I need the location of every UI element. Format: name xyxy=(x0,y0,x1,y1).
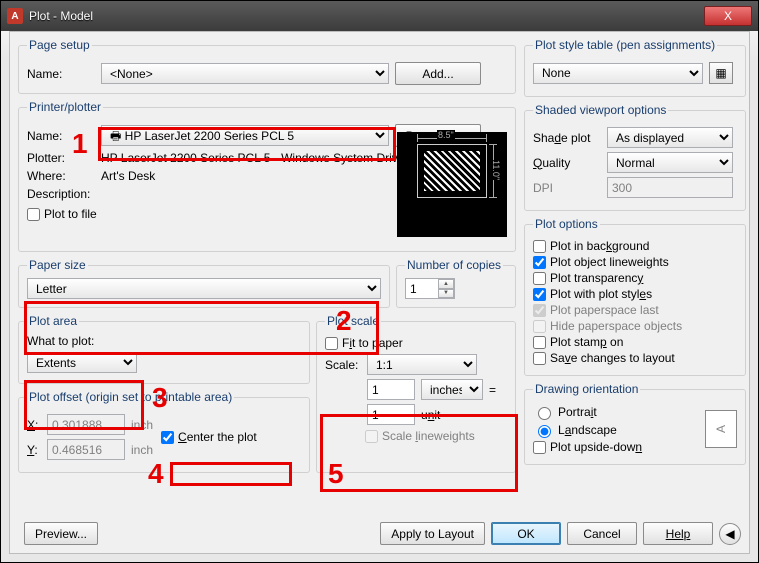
printer-group: Printer/plotter Name: 🖶 HP LaserJet 2200… xyxy=(18,100,516,252)
offset-x-input xyxy=(47,414,125,435)
offset-x-unit: inch xyxy=(131,418,153,432)
offset-y-label: Y: xyxy=(27,443,41,457)
plot-lineweights-label: Plot object lineweights xyxy=(550,255,669,269)
upside-down-checkbox[interactable] xyxy=(533,441,546,454)
plot-stamp-label: Plot stamp on xyxy=(550,335,623,349)
paper-preview: 8.5" 11.0" xyxy=(397,132,507,237)
quality-label: Quality xyxy=(533,156,601,170)
chevron-left-icon: ◀ xyxy=(725,527,734,541)
app-icon: A xyxy=(7,8,23,24)
plot-offset-group: Plot offset (origin set to printable are… xyxy=(18,390,310,473)
plot-style-select[interactable]: None xyxy=(533,63,703,84)
plot-paperspace-checkbox xyxy=(533,304,546,317)
pen-table-icon-button[interactable]: ▦ xyxy=(709,62,733,84)
description-label: Description: xyxy=(27,187,95,201)
plot-area-legend: Plot area xyxy=(27,314,79,328)
plot-lineweights-checkbox[interactable] xyxy=(533,256,546,269)
where-label: Where: xyxy=(27,169,95,183)
center-plot-checkbox[interactable] xyxy=(161,431,174,444)
plot-to-file-label: Plot to file xyxy=(44,207,97,221)
hide-paperspace-label: Hide paperspace objects xyxy=(550,319,682,333)
plot-scale-group: Plot scale Fit to paper Scale: 1:1 inche… xyxy=(316,314,516,473)
plot-style-group: Plot style table (pen assignments) None … xyxy=(524,38,746,97)
scale-lineweights-checkbox xyxy=(365,430,378,443)
plot-transparency-label: Plot transparency xyxy=(550,271,643,285)
fit-to-paper-label: Fit to paper xyxy=(342,336,403,350)
where-value: Art's Desk xyxy=(101,169,155,183)
plot-area-group: Plot area What to plot: Extents xyxy=(18,314,310,384)
dpi-label: DPI xyxy=(533,181,601,195)
center-plot-label: Center the plot xyxy=(178,430,257,444)
orientation-group: Drawing orientation Portrait Landscape P… xyxy=(524,382,746,465)
scale-lineweights-label: Scale lineweights xyxy=(382,429,475,443)
dpi-input xyxy=(607,177,733,198)
plot-styles-label: Plot with plot styles xyxy=(550,287,652,301)
paper-size-legend: Paper size xyxy=(27,258,88,272)
page-setup-add-button[interactable]: Add... xyxy=(395,62,481,85)
portrait-label: Portrait xyxy=(558,405,597,419)
orientation-legend: Drawing orientation xyxy=(533,382,640,396)
what-to-plot-select[interactable]: Extents xyxy=(27,352,137,373)
copies-spinner[interactable]: ▲▼ xyxy=(438,279,454,298)
printer-legend: Printer/plotter xyxy=(27,100,103,114)
shaded-viewport-group: Shaded viewport options Shade plot As dis… xyxy=(524,103,746,211)
shade-plot-select[interactable]: As displayed xyxy=(607,127,733,148)
save-changes-checkbox[interactable] xyxy=(533,352,546,365)
preview-button[interactable]: Preview... xyxy=(24,522,98,545)
window-title: Plot - Model xyxy=(29,9,704,23)
plotter-label: Plotter: xyxy=(27,151,95,165)
printer-name-label: Name: xyxy=(27,129,95,143)
what-to-plot-label: What to plot: xyxy=(27,334,301,348)
quality-select[interactable]: Normal xyxy=(607,152,733,173)
plot-background-checkbox[interactable] xyxy=(533,240,546,253)
shaded-legend: Shaded viewport options xyxy=(533,103,668,117)
copies-legend: Number of copies xyxy=(405,258,503,272)
plot-styles-checkbox[interactable] xyxy=(533,288,546,301)
page-setup-name-select[interactable]: <None> xyxy=(101,63,389,84)
page-setup-group: Page setup Name: <None> Add... xyxy=(18,38,516,94)
landscape-label: Landscape xyxy=(558,423,617,437)
printer-name-select[interactable]: 🖶 HP LaserJet 2200 Series PCL 5 xyxy=(101,125,389,146)
plot-offset-legend: Plot offset (origin set to printable are… xyxy=(27,390,234,404)
equals-label: = xyxy=(489,383,496,397)
plot-options-legend: Plot options xyxy=(533,217,600,231)
help-button[interactable]: Help xyxy=(643,522,713,545)
paper-size-group: Paper size Letter xyxy=(18,258,390,308)
page-setup-legend: Page setup xyxy=(27,38,92,52)
scale-select[interactable]: 1:1 xyxy=(367,354,477,375)
landscape-radio[interactable] xyxy=(538,425,551,438)
copies-group: Number of copies ▲▼ xyxy=(396,258,516,308)
save-changes-label: Save changes to layout xyxy=(550,351,675,365)
collapse-button[interactable]: ◀ xyxy=(719,523,741,545)
plot-stamp-checkbox[interactable] xyxy=(533,336,546,349)
scale-den-unit: unit xyxy=(421,408,483,422)
scale-label: Scale: xyxy=(325,358,361,372)
portrait-radio[interactable] xyxy=(538,407,551,420)
close-button[interactable]: X xyxy=(704,6,752,26)
offset-y-input xyxy=(47,439,125,460)
plot-options-group: Plot options Plot in background Plot obj… xyxy=(524,217,746,376)
paper-size-select[interactable]: Letter xyxy=(27,278,381,299)
scale-unit-select[interactable]: inches xyxy=(421,379,483,400)
plot-background-label: Plot in background xyxy=(550,239,649,253)
orientation-icon: A xyxy=(705,410,737,448)
fit-to-paper-checkbox[interactable] xyxy=(325,337,338,350)
plot-scale-legend: Plot scale xyxy=(325,314,381,328)
scale-den-input[interactable] xyxy=(367,404,415,425)
cancel-button[interactable]: Cancel xyxy=(567,522,637,545)
plot-style-legend: Plot style table (pen assignments) xyxy=(533,38,717,52)
page-setup-name-label: Name: xyxy=(27,67,95,81)
plotter-value: HP LaserJet 2200 Series PCL 5 - Windows … xyxy=(101,151,418,165)
hide-paperspace-checkbox xyxy=(533,320,546,333)
ok-button[interactable]: OK xyxy=(491,522,561,545)
offset-x-label: X: xyxy=(27,418,41,432)
shade-plot-label: Shade plot xyxy=(533,131,601,145)
offset-y-unit: inch xyxy=(131,443,153,457)
upside-down-label: Plot upside-down xyxy=(550,440,642,454)
plot-to-file-checkbox[interactable] xyxy=(27,208,40,221)
scale-num-input[interactable] xyxy=(367,379,415,400)
apply-to-layout-button[interactable]: Apply to Layout xyxy=(380,522,485,545)
plot-transparency-checkbox[interactable] xyxy=(533,272,546,285)
plot-paperspace-label: Plot paperspace last xyxy=(550,303,659,317)
